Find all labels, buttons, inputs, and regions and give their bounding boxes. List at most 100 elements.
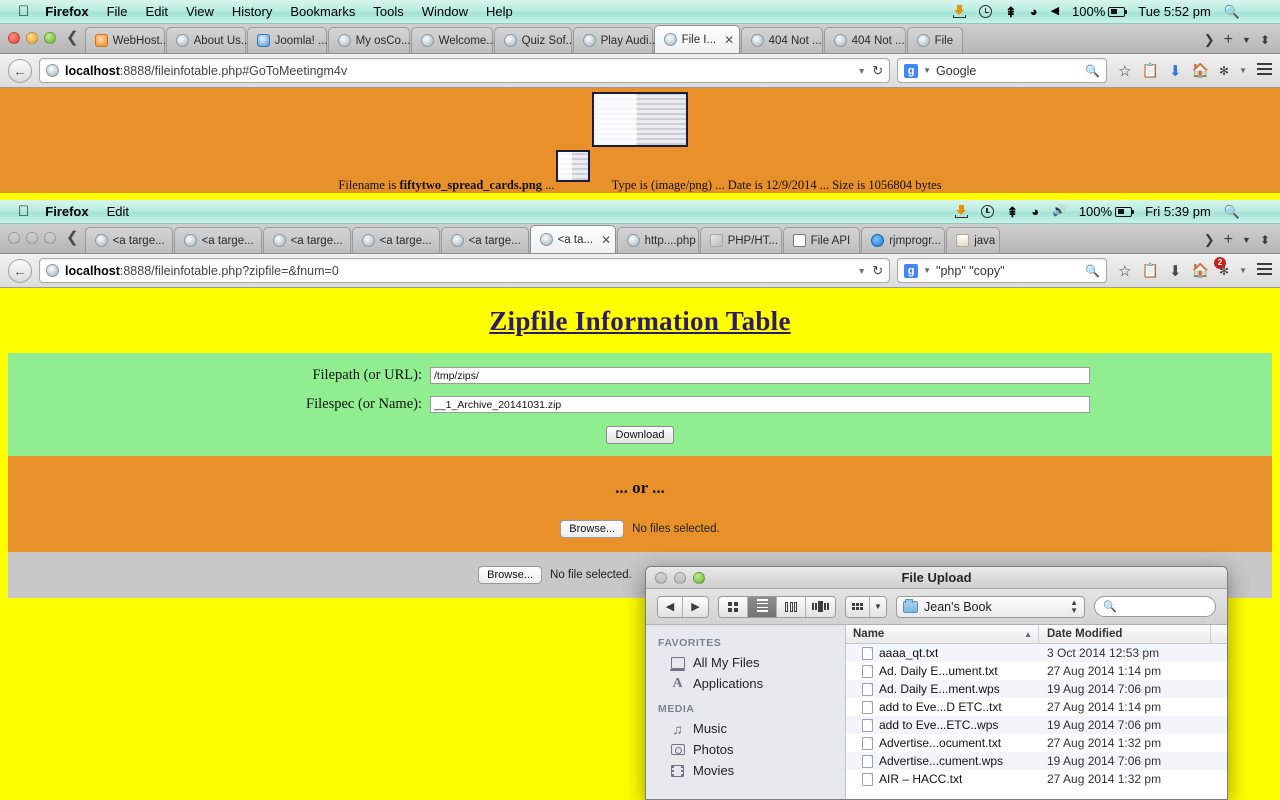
spreadsheet-thumbnail-icon[interactable] (592, 92, 688, 147)
search-bar-front[interactable]: g ▼ "php" "copy" 🔍 (897, 258, 1108, 283)
menu-edit[interactable]: Edit (146, 4, 168, 19)
close-window-button[interactable] (8, 232, 20, 244)
tab-quiz-sof[interactable]: Quiz Sof... (493, 27, 575, 53)
time-machine-icon[interactable] (978, 5, 992, 18)
bookmark-star-icon[interactable]: ☆ (1118, 262, 1131, 280)
file-list[interactable]: Name ▲ Date Modified aaaa_qt.txt 3 Oct 2… (846, 625, 1227, 799)
tab-a-target-5[interactable]: <a targe... (440, 227, 529, 253)
downloads-status-icon[interactable] (952, 5, 966, 18)
tabstrip-right-controls[interactable]: ❯ + ▼ ⬍ (1198, 32, 1280, 53)
fullscreen-icon[interactable]: ⬍ (1260, 233, 1270, 247)
tabstrip-front[interactable]: ❮ <a targe... <a targe... <a targe... <a… (0, 224, 1280, 254)
action-chevron-down-icon[interactable]: ▼ (870, 596, 886, 617)
home-icon[interactable]: 🏠 (1192, 62, 1209, 79)
filepath-input[interactable] (430, 367, 1090, 384)
tab-a-target-1[interactable]: <a targe... (84, 227, 173, 253)
new-tab-button[interactable]: + (1224, 232, 1233, 248)
sidebar-item-all-my-files[interactable]: All My Files (646, 652, 845, 673)
dialog-minimize-button[interactable] (674, 571, 686, 584)
navbar-back[interactable]: ← localhost:8888/fileinfotable.php#GoToM… (0, 54, 1280, 88)
tab-a-target-2[interactable]: <a targe... (173, 227, 262, 253)
table-row[interactable]: Advertise...ocument.txt 27 Aug 2014 1:32… (846, 734, 1227, 752)
bluetooth-icon[interactable]: ⇞ (1005, 5, 1017, 19)
menu-firefox[interactable]: Firefox (45, 204, 88, 219)
spotlight-search-icon[interactable]: 🔍 (1224, 4, 1240, 20)
apple-logo-icon[interactable]:  (18, 4, 29, 19)
tab-a-target-3[interactable]: <a targe... (262, 227, 351, 253)
tab-joomla[interactable]: Joomla! ... (246, 27, 328, 53)
tab-rjmprogr[interactable]: rjmprogr... (861, 227, 946, 253)
navbar-icons-front[interactable]: ☆ 📋 ⬇ 🏠 ✻ 2 ▼ (1114, 256, 1272, 280)
overflow-chevron-icon[interactable]: ▼ (1239, 66, 1247, 75)
new-tab-button[interactable]: + (1224, 32, 1233, 48)
menu-hamburger-icon[interactable] (1257, 63, 1272, 78)
close-tab-icon[interactable]: ✕ (601, 233, 611, 247)
url-dropdown-icon[interactable]: ▼ (857, 266, 866, 276)
home-icon[interactable]: 🏠 (1192, 262, 1209, 279)
tabstrip-back[interactable]: ❮ WebHost... About Us... Joomla! ... My … (0, 24, 1280, 54)
tabstrip-right-controls[interactable]: ❯ + ▼ ⬍ (1198, 232, 1280, 253)
table-row[interactable]: aaaa_qt.txt 3 Oct 2014 12:53 pm (846, 644, 1227, 662)
action-menu-control[interactable]: ▼ (845, 595, 887, 618)
dialog-search-field[interactable]: 🔍 (1094, 596, 1216, 617)
filespec-input[interactable] (430, 396, 1090, 413)
zoom-window-button[interactable] (44, 232, 56, 244)
tab-about-us[interactable]: About Us... (165, 27, 250, 53)
search-icon[interactable]: 🔍 (1085, 64, 1100, 78)
menu-window[interactable]: Window (422, 4, 468, 19)
forward-arrow-icon[interactable]: ▶ (683, 596, 708, 617)
back-arrow-icon[interactable]: ◀ (658, 596, 683, 617)
dialog-close-button[interactable] (655, 571, 667, 584)
close-window-button[interactable] (8, 32, 20, 44)
sidebar-item-music[interactable]: ♫ Music (646, 718, 845, 739)
table-row[interactable]: Ad. Daily E...ument.txt 27 Aug 2014 1:14… (846, 662, 1227, 680)
minimize-window-button[interactable] (26, 232, 38, 244)
table-row[interactable]: add to Eve...D ETC..txt 27 Aug 2014 1:14… (846, 698, 1227, 716)
dialog-titlebar[interactable]: File Upload (646, 567, 1227, 589)
navbar-front[interactable]: ← localhost:8888/fileinfotable.php?zipfi… (0, 254, 1280, 288)
tab-webhost[interactable]: WebHost... (84, 27, 169, 53)
tab-http-php[interactable]: http....php (616, 227, 699, 253)
menu-help[interactable]: Help (486, 4, 513, 19)
dialog-window-controls[interactable] (646, 567, 713, 589)
tab-java[interactable]: java (946, 227, 1001, 253)
browse-files-button[interactable]: Browse... (560, 520, 625, 538)
clock[interactable]: Fri 5:39 pm (1145, 204, 1211, 219)
column-view-icon[interactable] (777, 596, 806, 617)
sidebar-item-applications[interactable]: A Applications (646, 673, 845, 694)
menu-bookmarks[interactable]: Bookmarks (290, 4, 355, 19)
window-controls-back[interactable] (8, 23, 64, 53)
menu-file[interactable]: File (107, 4, 128, 19)
dialog-sidebar[interactable]: FAVORITES All My Files A Applications ME… (646, 625, 846, 799)
menu-tools[interactable]: Tools (373, 4, 403, 19)
scroll-tabs-right-icon[interactable]: ❯ (1204, 232, 1215, 248)
coverflow-view-icon[interactable] (806, 596, 835, 617)
window-controls-front[interactable] (8, 223, 64, 253)
table-row[interactable]: AIR – HACC.txt 27 Aug 2014 1:32 pm (846, 770, 1227, 788)
tab-my-osco[interactable]: My osCo... (327, 27, 411, 53)
minimize-window-button[interactable] (26, 32, 38, 44)
url-bar-front[interactable]: localhost:8888/fileinfotable.php?zipfile… (39, 258, 891, 283)
all-tabs-chevron-icon[interactable]: ❮ (64, 228, 85, 250)
menu-hamburger-icon[interactable] (1257, 263, 1272, 278)
search-engine-chevron-icon[interactable]: ▼ (923, 66, 931, 75)
spotlight-search-icon[interactable]: 🔍 (1224, 204, 1240, 220)
search-icon[interactable]: 🔍 (1085, 264, 1100, 278)
menu-edit[interactable]: Edit (107, 204, 129, 219)
file-upload-dialog[interactable]: File Upload ◀ ▶ ▼ Jean's Book ▲ ▼ 🔍 FAVOR… (645, 566, 1228, 800)
menu-firefox[interactable]: Firefox (45, 4, 88, 19)
tab-404-not-2[interactable]: 404 Not ... (823, 27, 906, 53)
search-bar-back[interactable]: g ▼ Google 🔍 (897, 58, 1108, 83)
tab-welcome[interactable]: Welcome... (410, 27, 496, 53)
menu-history[interactable]: History (232, 4, 272, 19)
reload-icon[interactable]: ↻ (872, 263, 883, 279)
tab-list-chevron-icon[interactable]: ▼ (1242, 235, 1251, 245)
fullscreen-icon[interactable]: ⬍ (1260, 33, 1270, 47)
notification-center-icon[interactable] (1253, 9, 1267, 14)
column-header-name[interactable]: Name ▲ (846, 625, 1039, 643)
close-tab-icon[interactable]: ✕ (724, 33, 734, 47)
table-row[interactable]: Advertise...cument.wps 19 Aug 2014 7:06 … (846, 752, 1227, 770)
tab-list-chevron-icon[interactable]: ▼ (1242, 35, 1251, 45)
browse-file-button[interactable]: Browse... (478, 566, 543, 584)
battery-status[interactable]: 100% (1072, 4, 1128, 19)
